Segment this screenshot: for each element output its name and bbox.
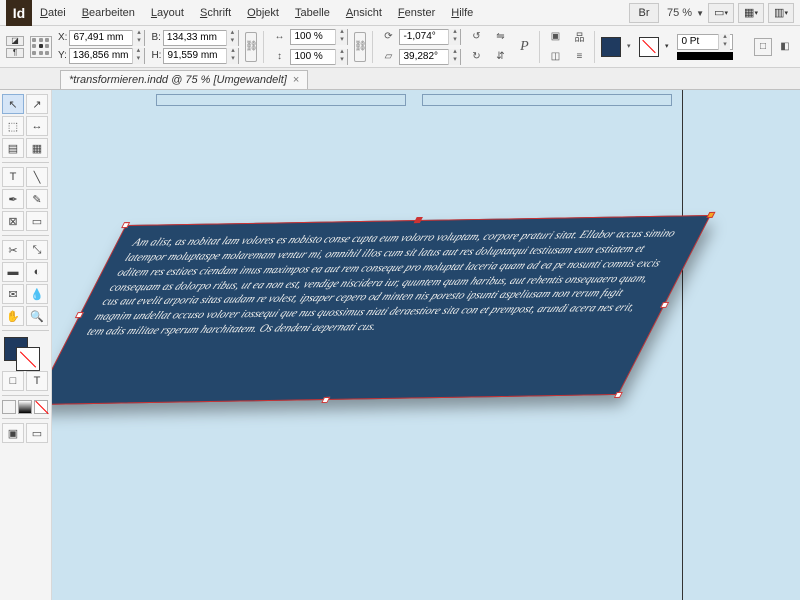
bridge-button[interactable]: Br xyxy=(629,3,659,23)
free-transform-tool[interactable]: ⤡ xyxy=(26,240,48,260)
workspace-switcher[interactable]: ▥▾ xyxy=(768,3,794,23)
guide-frame-1 xyxy=(156,94,406,106)
w-label: B: xyxy=(151,32,160,43)
apply-color-buttons[interactable] xyxy=(2,400,49,414)
rectangle-tool[interactable]: ▭ xyxy=(26,211,48,231)
document-canvas[interactable]: Am alist, as nobitat lam volores es nobi… xyxy=(52,90,800,600)
y-label: Y: xyxy=(58,50,67,61)
reference-point-proxy[interactable] xyxy=(30,36,52,58)
pen-tool[interactable]: ✒ xyxy=(2,189,24,209)
scale-y-field[interactable]: ▴▾ xyxy=(290,49,348,65)
control-mode-b[interactable]: ¶ xyxy=(6,48,24,58)
scale-y-icon: ↕ xyxy=(270,48,288,66)
gradient-swatch-tool[interactable]: ▬ xyxy=(2,262,24,282)
scale-x-icon: ↔ xyxy=(270,28,288,46)
document-tab-title: *transformieren.indd @ 75 % [Umgewandelt… xyxy=(69,74,287,86)
hand-tool[interactable]: ✋ xyxy=(2,306,24,326)
document-tab-bar: *transformieren.indd @ 75 % [Umgewandelt… xyxy=(0,68,800,90)
eyedropper-tool[interactable]: 💧 xyxy=(26,284,48,304)
stroke-swatch[interactable]: ▾ xyxy=(639,37,659,57)
menu-bearbeiten[interactable]: Bearbeiten xyxy=(74,0,143,26)
zoom-tool[interactable]: 🔍 xyxy=(26,306,48,326)
flip-v-icon[interactable]: ⇵ xyxy=(491,48,509,66)
constrain-scale-icon[interactable]: ⛓ xyxy=(354,32,366,62)
stroke-style-selector[interactable] xyxy=(677,52,733,60)
fill-stroke-proxy[interactable] xyxy=(2,335,42,369)
stroke-weight-field[interactable]: ▴▾ xyxy=(677,34,733,50)
flip-h-icon[interactable]: ⇋ xyxy=(491,28,509,46)
menu-hilfe[interactable]: Hilfe xyxy=(443,0,481,26)
panel-menu-icon[interactable]: ◧ xyxy=(776,38,794,56)
h-label: H: xyxy=(151,50,161,61)
app-logo: Id xyxy=(6,0,32,26)
align-icon[interactable]: 品 xyxy=(570,28,588,46)
rotate-field[interactable]: ▴▾ xyxy=(399,29,461,45)
distribute-icon[interactable]: ≡ xyxy=(570,48,588,66)
pencil-tool[interactable]: ✎ xyxy=(26,189,48,209)
width-field[interactable]: ▴▾ xyxy=(163,30,239,46)
type-tool[interactable]: T xyxy=(2,167,24,187)
menu-layout[interactable]: Layout xyxy=(143,0,192,26)
menu-bar: Id DDateiatei Bearbeiten Layout Schrift … xyxy=(0,0,800,26)
scale-x-field[interactable]: ▴▾ xyxy=(290,29,348,45)
control-panel: ◪ ¶ X: ▴▾ Y: ▴▾ B: ▴▾ H: ▴▾ ⛓ ↔ ▴▾ ↕ ▴▾ … xyxy=(0,26,800,68)
formatting-text-icon[interactable]: T xyxy=(26,371,48,391)
menu-datei[interactable]: DDateiatei xyxy=(32,0,74,26)
content-collector-tool[interactable]: ▤ xyxy=(2,138,24,158)
menu-schrift[interactable]: Schrift xyxy=(192,0,239,26)
page-tool[interactable]: ⬚ xyxy=(2,116,24,136)
selected-text-frame[interactable]: Am alist, as nobitat lam volores es nobi… xyxy=(52,215,711,405)
control-mode-a[interactable]: ◪ xyxy=(6,36,24,46)
shear-icon: ▱ xyxy=(379,48,397,66)
constrain-wh-icon[interactable]: ⛓ xyxy=(245,32,257,62)
x-label: X: xyxy=(58,32,67,43)
rotate-icon: ⟳ xyxy=(379,28,397,46)
note-tool[interactable]: ✉ xyxy=(2,284,24,304)
tools-panel: ↖↗ ⬚↔ ▤▦ T╲ ✒✎ ⊠▭ ✂⤡ ▬◐ ✉💧 ✋🔍 □T ▣▭ xyxy=(0,90,52,600)
text-frame-content: Am alist, as nobitat lam volores es nobi… xyxy=(62,216,709,350)
formatting-container-icon[interactable]: □ xyxy=(2,371,24,391)
guide-frame-2 xyxy=(422,94,672,106)
effects-icon[interactable]: □ xyxy=(754,38,772,56)
x-field[interactable]: ▴▾ xyxy=(69,30,145,46)
page-boundary xyxy=(682,90,683,600)
view-mode-preview[interactable]: ▭ xyxy=(26,423,48,443)
select-container-icon[interactable]: ▣ xyxy=(546,28,564,46)
shear-field[interactable]: ▴▾ xyxy=(399,49,461,65)
fill-swatch[interactable]: ▾ xyxy=(601,37,621,57)
direct-selection-tool[interactable]: ↗ xyxy=(26,94,48,114)
menu-tabelle[interactable]: Tabelle xyxy=(287,0,338,26)
rectangle-frame-tool[interactable]: ⊠ xyxy=(2,211,24,231)
menu-fenster[interactable]: Fenster xyxy=(390,0,443,26)
scissors-tool[interactable]: ✂ xyxy=(2,240,24,260)
view-mode-normal[interactable]: ▣ xyxy=(2,423,24,443)
arrange-button[interactable]: ▦▾ xyxy=(738,3,764,23)
document-tab[interactable]: *transformieren.indd @ 75 % [Umgewandelt… xyxy=(60,70,308,89)
y-field[interactable]: ▴▾ xyxy=(69,48,145,64)
rotate-cw-icon[interactable]: ↻ xyxy=(467,48,485,66)
selection-tool[interactable]: ↖ xyxy=(2,94,24,114)
height-field[interactable]: ▴▾ xyxy=(163,48,239,64)
p-indicator-icon: P xyxy=(515,38,533,56)
menu-ansicht[interactable]: Ansicht xyxy=(338,0,390,26)
menu-objekt[interactable]: Objekt xyxy=(239,0,287,26)
line-tool[interactable]: ╲ xyxy=(26,167,48,187)
close-tab-icon[interactable]: × xyxy=(293,74,299,86)
screen-mode-button[interactable]: ▭▾ xyxy=(708,3,734,23)
gap-tool[interactable]: ↔ xyxy=(26,116,48,136)
zoom-level-display[interactable]: 75 %▼ xyxy=(667,7,704,19)
rotate-ccw-icon[interactable]: ↺ xyxy=(467,28,485,46)
gradient-feather-tool[interactable]: ◐ xyxy=(26,262,48,282)
select-content-icon[interactable]: ◫ xyxy=(546,48,564,66)
content-placer-tool[interactable]: ▦ xyxy=(26,138,48,158)
